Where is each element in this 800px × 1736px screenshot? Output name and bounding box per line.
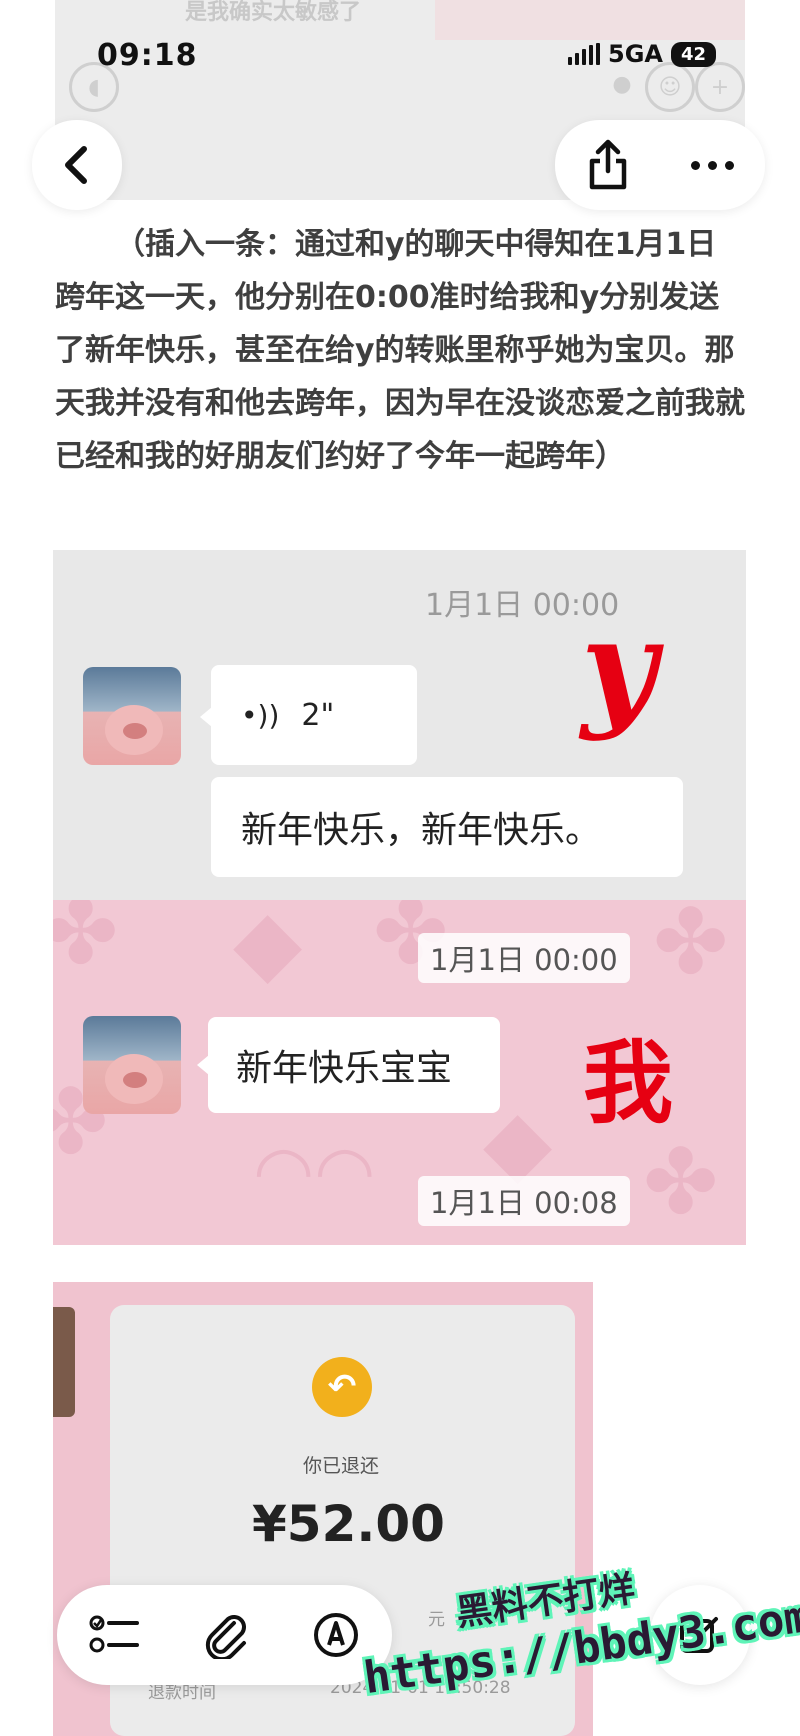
text-message-bubble[interactable]: 新年快乐宝宝 — [208, 1017, 500, 1113]
ghost-emoji-icon: ☺ — [645, 62, 695, 112]
voice-message-bubble[interactable]: •)) 2" — [211, 665, 417, 765]
chat-screenshot-y: 1月1日 00:00 •)) 2" 新年快乐，新年快乐。 y — [53, 550, 746, 900]
chevron-left-icon — [65, 146, 87, 184]
checklist-icon — [89, 1615, 139, 1653]
text-message-bubble[interactable]: 新年快乐，新年快乐。 — [211, 777, 683, 877]
share-button[interactable] — [586, 139, 630, 191]
marker-y: y — [581, 590, 657, 743]
ghost-mic-icon: ● — [612, 71, 632, 97]
marker-me: 我 — [583, 1031, 673, 1136]
network-type: 5GA — [608, 40, 663, 68]
attach-button[interactable] — [204, 1611, 248, 1659]
chat-timestamp: 1月1日 00:08 — [418, 1176, 630, 1226]
more-button[interactable] — [691, 160, 735, 170]
share-icon — [589, 139, 626, 190]
intro-paragraph: （插入一条：通过和y的聊天中得知在1月1日跨年这一天，他分别在0:00准时给我和… — [55, 227, 745, 474]
avatar — [83, 667, 181, 765]
voice-duration: 2" — [301, 697, 335, 733]
ghost-pink-strip — [435, 0, 745, 40]
voice-wave-icon: •)) — [241, 698, 280, 732]
back-button[interactable] — [32, 120, 122, 210]
status-indicators: 5GA 42 — [568, 40, 717, 68]
transfer-amount: ¥52.00 — [252, 1495, 445, 1553]
signal-icon — [568, 43, 600, 65]
meta-value: 元 — [428, 1610, 445, 1630]
battery-indicator: 42 — [670, 41, 717, 67]
top-action-group — [555, 120, 765, 210]
checklist-button[interactable] — [89, 1613, 141, 1657]
avatar-partial — [53, 1307, 75, 1417]
chat-timestamp: 1月1日 00:00 — [418, 933, 630, 983]
pen-icon — [314, 1613, 359, 1657]
ghost-plus-icon: + — [695, 62, 745, 112]
refund-icon: ↶ — [312, 1357, 372, 1417]
avatar — [83, 1016, 181, 1114]
paperclip-icon — [206, 1615, 247, 1659]
chat-screenshot-me: ✤ ◆ ✤ ✤ ✤ ◆ ✤ ◠◠ 1月1日 00:00 新年快乐宝宝 我 1月1… — [53, 900, 746, 1245]
ghost-text: 是我确实太敏感了 — [185, 0, 362, 25]
bottom-toolbar — [57, 1585, 392, 1685]
markup-button[interactable] — [312, 1611, 360, 1659]
refund-status: 你已退还 — [303, 1455, 380, 1477]
more-icon — [691, 160, 735, 170]
status-time: 09:18 — [97, 38, 198, 73]
